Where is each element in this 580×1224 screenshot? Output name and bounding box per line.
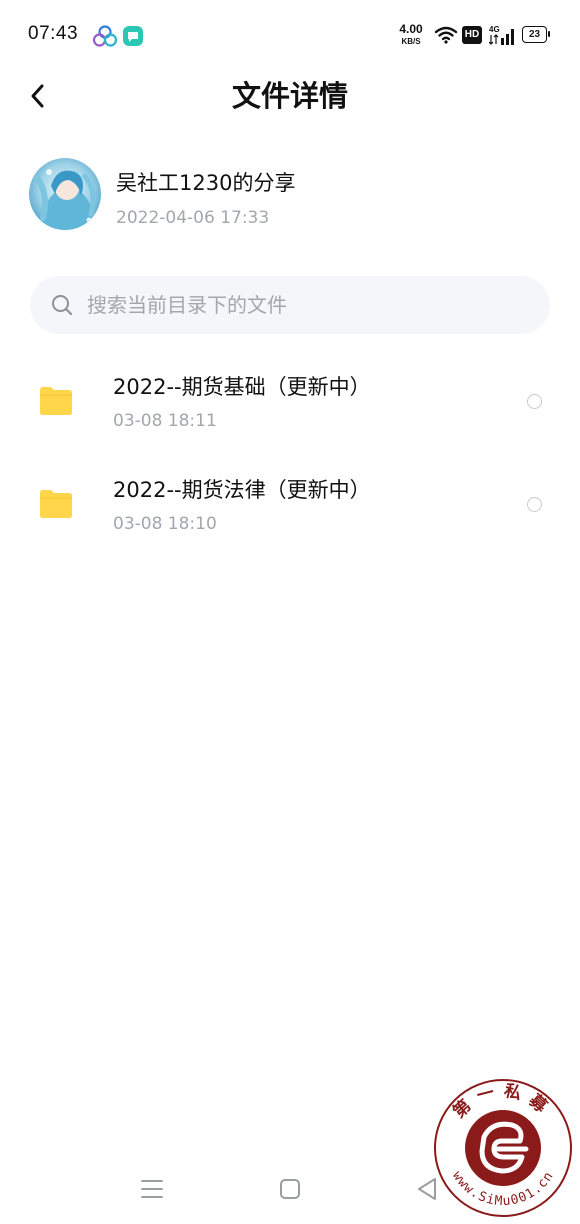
file-time: 03-08 18:10: [113, 514, 217, 534]
hd-badge: HD: [462, 26, 482, 44]
page-title: 文件详情: [231, 79, 348, 113]
select-radio[interactable]: [527, 497, 542, 512]
network-speed: 4.00 KB/S: [396, 22, 426, 47]
battery-icon: 23: [522, 26, 550, 43]
status-time: 07:43: [28, 23, 79, 44]
status-bar: 07:43 4.00 KB/S HD 4G 23: [0, 0, 580, 72]
folder-icon: [40, 490, 72, 518]
network-speed-unit: KB/S: [401, 37, 421, 46]
search-box[interactable]: [30, 276, 550, 334]
menu-icon[interactable]: [140, 1178, 164, 1200]
folder-icon: [40, 387, 72, 415]
home-icon[interactable]: [279, 1178, 301, 1200]
chat-notification-icon: [123, 26, 143, 46]
file-name: 2022--期货法律（更新中）: [113, 478, 371, 502]
avatar[interactable]: [29, 158, 101, 230]
search-input[interactable]: [87, 276, 517, 334]
battery-level: 23: [522, 26, 547, 43]
list-item-folder-1[interactable]: 2022--期货基础（更新中） 03-08 18:11: [0, 352, 580, 452]
file-name: 2022--期货基础（更新中）: [113, 375, 371, 399]
app-notification-icon: [93, 25, 117, 47]
list-item-folder-2[interactable]: 2022--期货法律（更新中） 03-08 18:10: [0, 455, 580, 555]
signal-icon: 4G: [489, 25, 514, 45]
search-icon: [52, 295, 73, 316]
signal-label: 4G: [489, 25, 500, 34]
battery-tip: [548, 31, 550, 37]
file-time: 03-08 18:11: [113, 411, 217, 431]
share-date: 2022-04-06 17:33: [116, 208, 270, 228]
select-radio[interactable]: [527, 394, 542, 409]
wifi-icon: [434, 26, 458, 44]
watermark-logo: 第一私募 www.SiMu001.cn: [434, 1079, 572, 1217]
avatar-image: [29, 158, 101, 230]
network-speed-value: 4.00: [399, 22, 423, 36]
share-owner-name: 吴社工1230的分享: [116, 171, 296, 195]
